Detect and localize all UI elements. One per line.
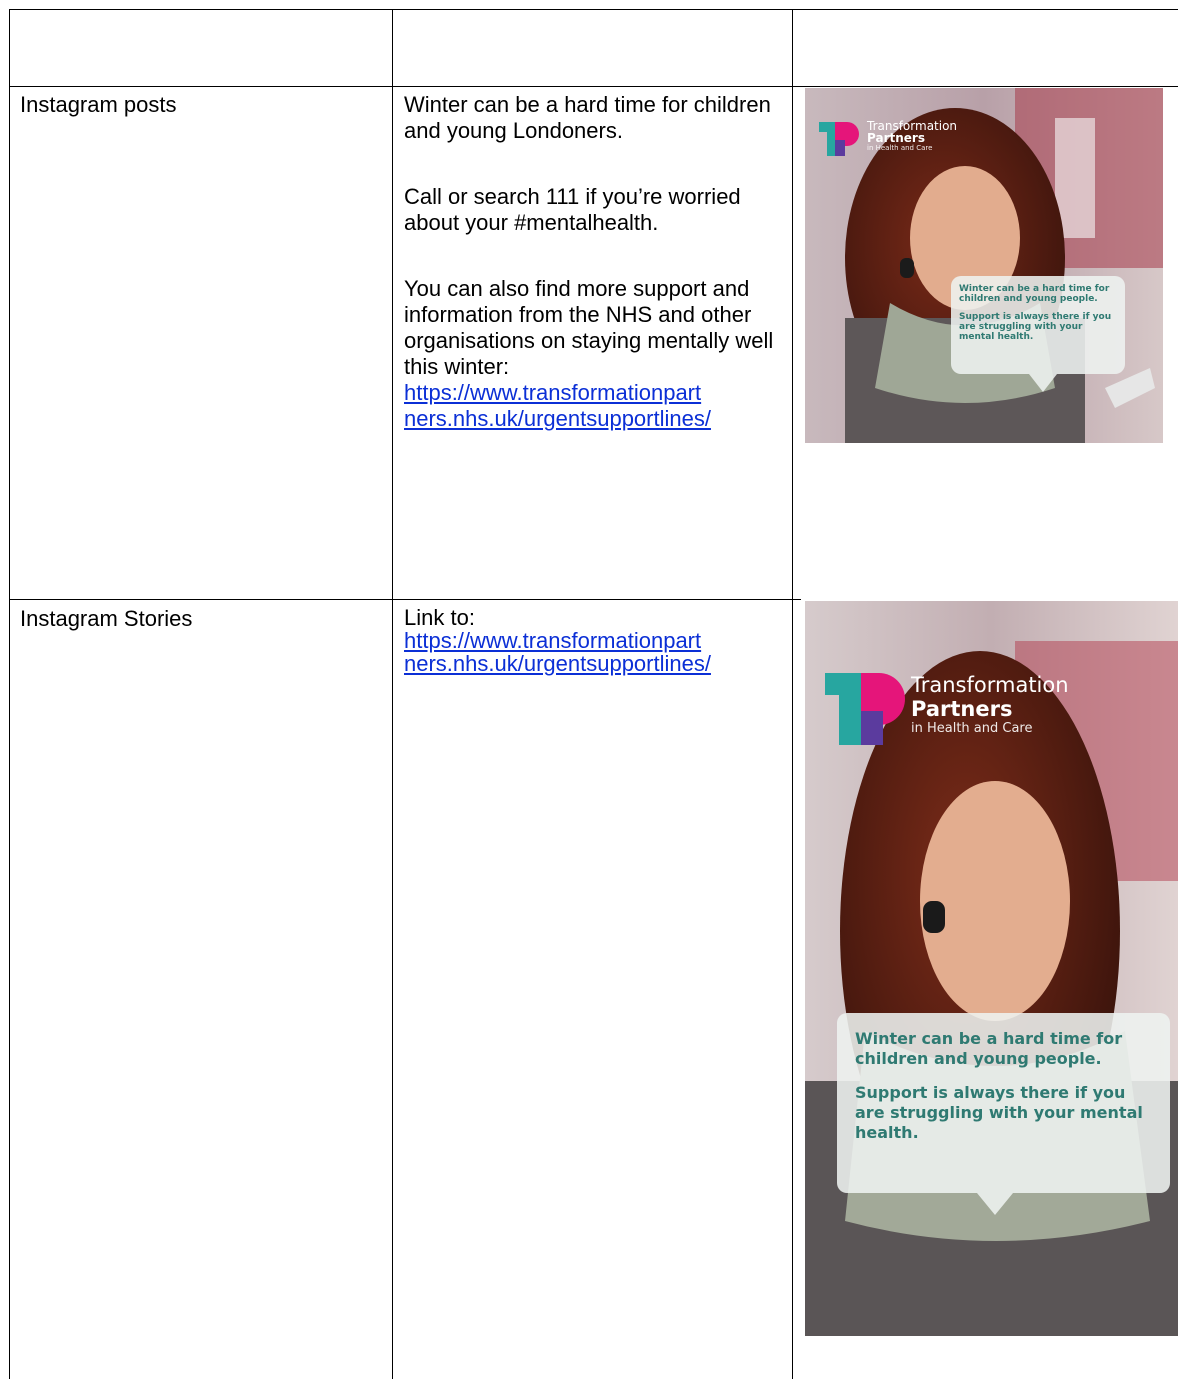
instagram-post-image: Transformation Partners in Health and Ca… [805,88,1163,443]
channel-label-posts: Instagram posts [20,92,177,117]
logo-mark [819,118,861,160]
support-link[interactable]: https://www.transformationpart ners.nhs.u… [404,380,711,431]
bubble-text-2: Support is always there if you are strug… [855,1083,1143,1142]
logo-mark [825,671,905,751]
table-row-divider-2 [9,599,801,600]
brand-logo: Transformation Partners in Health and Ca… [819,118,957,160]
logo-line-2: Partners [867,131,925,145]
table-row-divider-1 [9,86,1178,87]
table-border-top [9,9,1178,10]
logo-line-1: Transformation [911,673,1069,697]
post-copy-line: You can also find more support and infor… [404,276,774,379]
post-copy: Winter can be a hard time for children a… [404,92,786,432]
bubble-text-1: Winter can be a hard time for children a… [959,284,1110,304]
stories-copy: Link to: https://www.transformationpart n… [404,606,786,675]
logo-line-3: in Health and Care [867,144,933,152]
bubble-text-2: Support is always there if you are strug… [959,312,1112,342]
support-link[interactable]: https://www.transformationpart ners.nhs.u… [404,628,711,676]
channel-label-stories: Instagram Stories [20,606,193,631]
table-border-col2 [792,9,793,1379]
logo-line-2: Partners [911,697,1013,721]
brand-logo: Transformation Partners in Health and Ca… [825,671,1069,751]
link-prefix: Link to: [404,605,475,630]
table-border-col1 [392,9,393,1379]
message-bubble: Winter can be a hard time for children a… [837,1013,1170,1215]
table-border-left [9,9,10,1379]
instagram-story-image: Transformation Partners in Health and Ca… [805,601,1178,1336]
post-copy-line: Call or search 111 if you’re worried abo… [404,184,741,235]
bubble-text-1: Winter can be a hard time for children a… [855,1029,1123,1068]
post-copy-line: Winter can be a hard time for children a… [404,92,771,143]
logo-line-3: in Health and Care [911,721,1033,736]
message-bubble: Winter can be a hard time for children a… [951,276,1125,392]
